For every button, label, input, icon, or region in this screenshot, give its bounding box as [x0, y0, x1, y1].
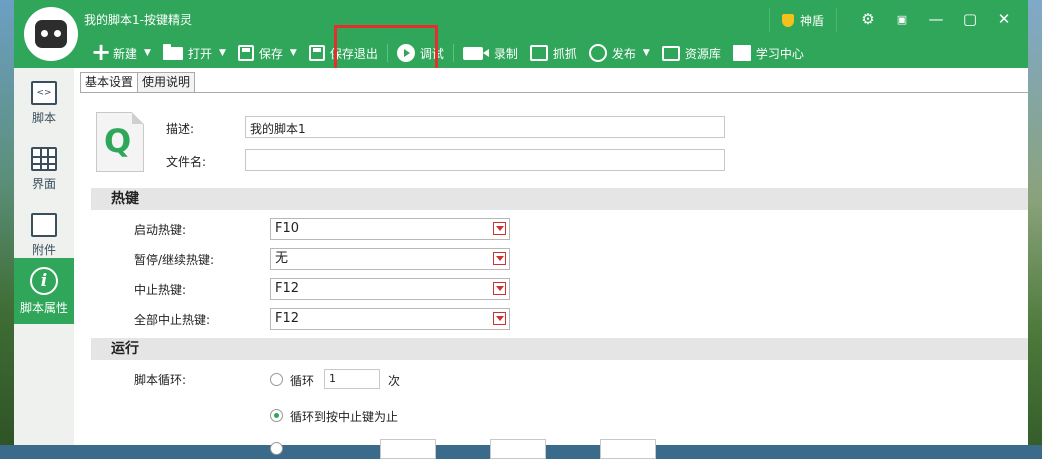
desktop-background-right	[1028, 0, 1042, 445]
new-dropdown-caret-icon[interactable]: ▼	[144, 48, 151, 58]
tab-basic-settings[interactable]: 基本设置	[80, 72, 139, 93]
open-button[interactable]: 打开 ▼	[157, 40, 232, 66]
dropdown-arrow-icon[interactable]	[493, 252, 506, 265]
learning-center-label: 学习中心	[755, 46, 804, 61]
learning-center-button[interactable]: 学习中心	[727, 40, 810, 66]
publish-label: 发布	[611, 46, 636, 61]
sidebar-item-label: 界面	[31, 176, 56, 191]
stop-all-hotkey-label: 全部中止热键:	[134, 313, 211, 327]
loop-minutes-input[interactable]	[490, 439, 546, 459]
stop-hotkey-value: F12	[275, 281, 300, 296]
shield-label: 神盾	[800, 13, 825, 28]
sidebar-item-label: 脚本	[31, 110, 56, 125]
property-tabs: 基本设置 使用说明	[80, 72, 196, 93]
tab-divider	[80, 92, 1028, 93]
publish-dropdown-caret-icon[interactable]: ▼	[643, 48, 650, 58]
toolbar-divider	[452, 44, 454, 62]
dropdown-arrow-icon[interactable]	[493, 282, 506, 295]
app-logo-icon	[24, 7, 78, 61]
stop-all-hotkey-value: F12	[275, 311, 300, 326]
sidebar-item-interface[interactable]: 界面	[14, 136, 74, 202]
filename-input[interactable]	[245, 149, 725, 171]
start-hotkey-select[interactable]: F10	[270, 218, 510, 240]
app-window: 我的脚本1-按键精灵 神盾 ⚙ ▣ — ▢ ✕ 新建 ▼ 打开 ▼ 保存 ▼	[14, 0, 1028, 459]
info-icon: i	[30, 266, 58, 295]
sidebar-item-script-properties[interactable]: i 脚本属性	[14, 258, 74, 324]
tab-instructions[interactable]: 使用说明	[137, 72, 196, 93]
pause-hotkey-label: 暂停/继续热键:	[134, 253, 215, 267]
main-toolbar: 新建 ▼ 打开 ▼ 保存 ▼ 保存退出 调试	[84, 38, 810, 66]
loop-until-stop-radio[interactable]	[270, 409, 283, 422]
resources-label: 资源库	[684, 46, 721, 61]
close-button[interactable]: ✕	[990, 8, 1018, 30]
save-exit-icon	[308, 45, 325, 61]
grab-button[interactable]: 抓抓	[524, 40, 583, 66]
run-section-header: 运行	[91, 338, 1028, 360]
window-title: 我的脚本1-按键精灵	[84, 13, 192, 27]
resource-box-icon	[661, 45, 680, 61]
stop-hotkey-label: 中止热键:	[134, 283, 187, 297]
record-button[interactable]: 录制	[457, 40, 524, 66]
screen-capture-icon	[529, 45, 548, 61]
loop-hours-input[interactable]	[380, 439, 436, 459]
folder-icon	[162, 43, 183, 60]
save-button[interactable]: 保存 ▼	[232, 40, 303, 66]
stop-hotkey-select[interactable]: F12	[270, 278, 510, 300]
grab-label: 抓抓	[552, 46, 577, 61]
code-icon: <>	[31, 80, 57, 105]
book-icon	[732, 45, 751, 61]
dropdown-arrow-icon[interactable]	[493, 222, 506, 235]
script-file-icon: Q	[96, 112, 144, 172]
save-label: 保存	[258, 46, 283, 61]
open-dropdown-caret-icon[interactable]: ▼	[219, 48, 226, 58]
loop-until-stop-label: 循环到按中止键为止	[290, 410, 399, 424]
properties-panel: 基本设置 使用说明 Q 描述: 我的脚本1 文件名: 热键 启动热键: F10 …	[74, 68, 1028, 459]
start-hotkey-value: F10	[275, 221, 300, 236]
loop-unit-label: 次	[388, 374, 401, 388]
dropdown-arrow-icon[interactable]	[493, 312, 506, 325]
minimize-button[interactable]: —	[922, 8, 950, 30]
description-label: 描述:	[166, 122, 195, 136]
open-label: 打开	[187, 46, 212, 61]
desktop-background-left	[0, 0, 14, 445]
start-hotkey-label: 启动热键:	[134, 223, 187, 237]
loop-seconds-input[interactable]	[600, 439, 656, 459]
title-toolbar-bar: 我的脚本1-按键精灵 神盾 ⚙ ▣ — ▢ ✕ 新建 ▼ 打开 ▼ 保存 ▼	[14, 0, 1028, 68]
save-dropdown-caret-icon[interactable]: ▼	[290, 48, 297, 58]
pause-hotkey-select[interactable]: 无	[270, 248, 510, 270]
publish-button[interactable]: 发布 ▼	[583, 40, 656, 66]
video-camera-icon	[462, 46, 489, 60]
loop-time-radio[interactable]	[270, 442, 283, 455]
sidebar-item-script[interactable]: <> 脚本	[14, 70, 74, 136]
new-label: 新建	[113, 46, 138, 61]
shield-button[interactable]: 神盾	[769, 8, 838, 32]
script-loop-label: 脚本循环:	[134, 373, 187, 387]
grid-icon	[31, 146, 57, 171]
save-disk-icon	[237, 45, 254, 61]
stop-all-hotkey-select[interactable]: F12	[270, 308, 510, 330]
loop-count-radio[interactable]	[270, 373, 283, 386]
description-input[interactable]: 我的脚本1	[245, 116, 725, 138]
hotkey-section-header: 热键	[91, 188, 1028, 210]
record-label: 录制	[493, 46, 518, 61]
filename-label: 文件名:	[166, 155, 207, 169]
shield-icon	[782, 13, 794, 27]
loop-count-option-label: 循环	[290, 374, 315, 388]
resources-button[interactable]: 资源库	[656, 40, 727, 66]
skin-icon[interactable]: ▣	[888, 8, 916, 30]
pause-hotkey-value: 无	[275, 251, 289, 266]
new-button[interactable]: 新建 ▼	[84, 38, 157, 66]
loop-count-input[interactable]: 1	[324, 369, 380, 389]
attachment-icon	[31, 212, 57, 237]
plus-icon	[90, 38, 111, 66]
settings-gear-icon[interactable]: ⚙	[854, 8, 882, 30]
sidebar-item-label: 脚本属性	[19, 300, 68, 315]
publish-home-icon	[588, 44, 607, 62]
maximize-button[interactable]: ▢	[956, 8, 984, 30]
sidebar-item-label: 附件	[31, 242, 56, 257]
left-sidebar: <> 脚本 界面 附件 i 脚本属性	[14, 68, 74, 445]
